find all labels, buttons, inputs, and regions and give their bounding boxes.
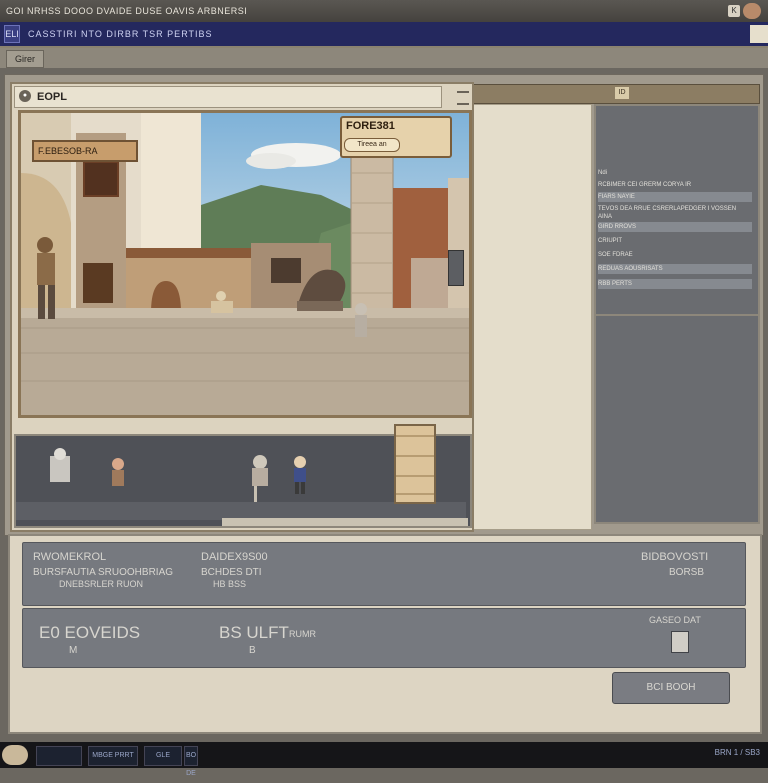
info-row: CRIUPIT xyxy=(598,238,622,244)
taskbar-item[interactable]: MBGE PRRT xyxy=(88,746,138,766)
info-row: AINA xyxy=(598,214,613,220)
sign-right-subtitle[interactable]: Tireea an xyxy=(344,138,400,152)
game-window-title: EOPL xyxy=(37,91,67,103)
app-title: CASSTIRI NTO DIRBR TSR PERTIBS xyxy=(28,29,213,39)
card2-b-sub: RUMR xyxy=(289,629,316,639)
menu-strip: Girer xyxy=(0,48,768,68)
card2-b-icon: B xyxy=(249,645,256,656)
npc-walker[interactable] xyxy=(355,303,367,337)
taskbar: MBGE PRRT GLE BO DE BRN 1 / SB3 xyxy=(0,742,768,777)
info-row: TEVOS DEA RRUE CSRERLAPEDGER I VOSSEN xyxy=(598,206,737,212)
card1-a-sub: BURSFAUTIA SRUOOHBRIAG xyxy=(33,567,174,578)
info-row[interactable]: FIARS NAYIE xyxy=(598,192,752,202)
card1-a-title: RWOMEKROL xyxy=(33,551,107,563)
card1-a-sub2: DNEBSRLER RUON xyxy=(59,579,144,589)
os-title: GOI NRHSS DOOO DVAIDE DUSE OAVIS ARBNERS… xyxy=(6,6,248,16)
stats-card-2[interactable]: E0 EOVEIDS M BS ULFT RUMR B GASEO DAT xyxy=(22,608,746,668)
menu-button[interactable]: Girer xyxy=(6,50,44,68)
game-window-header: ● EOPL xyxy=(14,86,469,108)
titlebar-end-button[interactable] xyxy=(750,25,768,43)
card2-c-title: GASEO DAT xyxy=(649,615,701,625)
hamburger-menu-icon[interactable] xyxy=(457,91,469,105)
sprite-4[interactable] xyxy=(294,456,306,494)
window-button-icon[interactable] xyxy=(743,3,761,19)
taskbar-item[interactable] xyxy=(36,746,82,766)
info-row[interactable]: GIRD RROVS xyxy=(598,222,752,232)
right-header: ID xyxy=(472,84,760,104)
info-row: RCBIMER CEI GRERM CORYA IR xyxy=(598,182,692,188)
info-row: SOE FDRAE xyxy=(598,252,633,258)
taskbar-item[interactable]: GLE xyxy=(144,746,182,766)
sprite-2[interactable] xyxy=(112,458,124,486)
card2-a-value: E0 EOVEIDS xyxy=(39,623,141,642)
card2-b-value: BS ULFT xyxy=(219,623,289,642)
stats-card-1[interactable]: RWOMEKROL BURSFAUTIA SRUOOHBRIAG DNEBSRL… xyxy=(22,542,746,606)
app-titlebar: ELI CASSTIRI NTO DIRBR TSR PERTIBS xyxy=(0,22,768,48)
card2-a-icon: M xyxy=(69,645,78,656)
card1-b-title: DAIDEX9S00 xyxy=(201,551,268,563)
scene-side-tab[interactable] xyxy=(448,250,464,286)
location-sign-left: F.EBESOB-RA xyxy=(32,140,138,162)
info-row[interactable]: REDUAS AOUSRISATS xyxy=(598,264,752,274)
sprite-1[interactable] xyxy=(50,448,70,482)
crate-icon[interactable] xyxy=(394,424,436,504)
info-row: Ndi xyxy=(598,170,608,176)
action-button[interactable]: BCI BOOH xyxy=(612,672,730,704)
card1-b-sub: BCHDES DTI xyxy=(201,567,262,578)
camera-icon: ● xyxy=(19,90,31,102)
clock: BRN 1 / SB3 xyxy=(714,748,760,757)
location-sign-right[interactable]: FORE381 Tireea an xyxy=(340,116,452,158)
device-icon[interactable] xyxy=(671,631,689,653)
strip-bar xyxy=(222,518,468,526)
taskbar-item[interactable]: BO DE xyxy=(184,746,198,777)
right-blank-column xyxy=(472,104,592,530)
os-top-bar: GOI NRHSS DOOO DVAIDE DUSE OAVIS ARBNERS… xyxy=(0,0,768,22)
start-button-icon[interactable] xyxy=(2,745,28,765)
window-controls[interactable]: K xyxy=(728,3,762,19)
app-icon: ELI xyxy=(4,25,20,43)
card1-b-sub2: HB BSS xyxy=(213,579,247,589)
card1-c-title: BIDBOVOSTI xyxy=(641,551,709,563)
right-header-badge: ID xyxy=(615,87,629,99)
window-icon[interactable]: K xyxy=(728,5,740,17)
info-panel-lower xyxy=(594,314,760,524)
card1-c-sub: BORSB xyxy=(669,567,705,578)
info-row[interactable]: RBB PERTS xyxy=(598,279,752,289)
sign-right-title: FORE381 xyxy=(346,120,395,132)
